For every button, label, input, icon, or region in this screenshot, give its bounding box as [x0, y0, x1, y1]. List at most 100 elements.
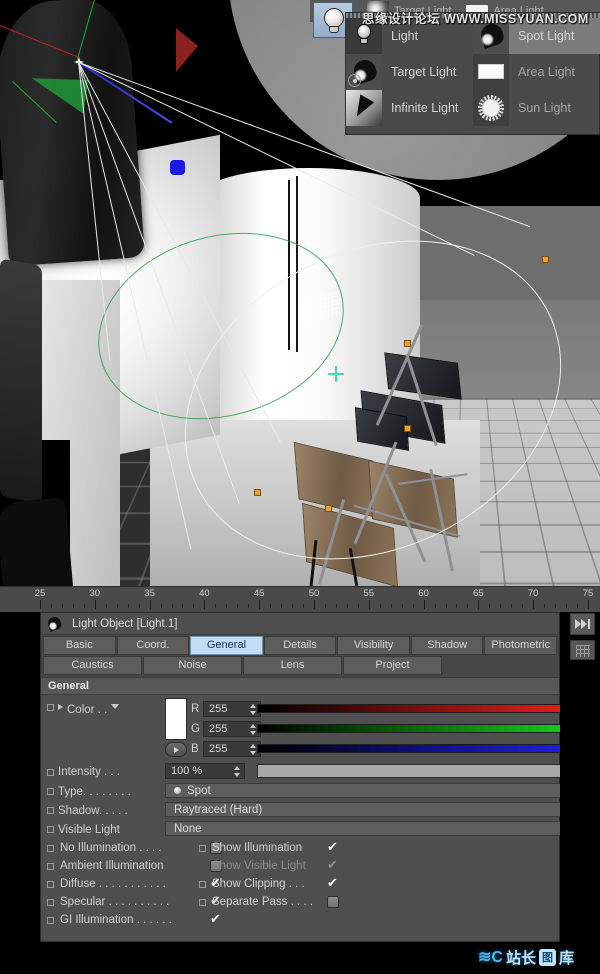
- animate-toggle[interactable]: [47, 881, 54, 888]
- tab-shadow[interactable]: Shadow: [411, 636, 484, 655]
- scene-object-inner: [0, 497, 74, 586]
- watermark-bottom: ≋C 站长 图 库: [478, 944, 596, 970]
- infinite-light-icon: [346, 90, 382, 126]
- b-spinner[interactable]: [250, 743, 257, 756]
- color-swatch[interactable]: [165, 698, 187, 740]
- tab-caustics[interactable]: Caustics: [43, 656, 142, 675]
- timeline-minor-tick: [489, 604, 490, 608]
- checkbox-row-show-illumination[interactable]: Show Illumination: [199, 842, 339, 854]
- tab-general[interactable]: General: [190, 636, 263, 655]
- timeline-minor-tick: [391, 604, 392, 608]
- intensity-slider[interactable]: [257, 764, 597, 778]
- menu-item-area-light[interactable]: Area Light: [473, 54, 600, 90]
- animate-toggle[interactable]: [47, 769, 54, 776]
- checkbox-row-specular[interactable]: Specular . . . . . . . . . .: [47, 896, 222, 908]
- gi-illumination-checkbox[interactable]: [210, 914, 222, 926]
- attribute-manager-title-bar: Light Object [Light.1]: [41, 613, 559, 635]
- r-spinner[interactable]: [250, 703, 257, 716]
- light-type-popup-menu[interactable]: Light Target Light Infinite Light Spot L…: [345, 12, 600, 135]
- expand-arrow-icon[interactable]: [58, 704, 63, 710]
- shadow-dropdown[interactable]: Raytraced (Hard): [165, 802, 597, 817]
- tab-details[interactable]: Details: [264, 636, 337, 655]
- shadow-label: Shadow. . . . .: [58, 805, 128, 817]
- menu-item-infinite-light[interactable]: Infinite Light: [346, 90, 473, 126]
- spot-radius-handle[interactable]: [542, 256, 549, 263]
- spot-radius-handle[interactable]: [404, 425, 411, 432]
- animate-toggle: [199, 863, 206, 870]
- animate-toggle[interactable]: [47, 845, 54, 852]
- g-gradient-slider[interactable]: [257, 724, 597, 733]
- tab-noise[interactable]: Noise: [143, 656, 242, 675]
- tab-visibility[interactable]: Visibility: [337, 636, 410, 655]
- visible-light-dropdown[interactable]: None: [165, 821, 597, 836]
- attribute-tab-row-1[interactable]: Basic Coord. General Details Visibility …: [41, 635, 559, 655]
- color-channel-r[interactable]: R 255: [191, 701, 261, 717]
- animate-toggle[interactable]: [199, 845, 206, 852]
- intensity-spinner[interactable]: [234, 765, 241, 778]
- scene-main-object: [0, 0, 145, 266]
- animate-toggle[interactable]: [47, 826, 54, 833]
- checkbox-row-show-clipping[interactable]: Show Clipping . . .: [199, 878, 339, 890]
- checkbox-row-diffuse[interactable]: Diffuse . . . . . . . . . . .: [47, 878, 222, 890]
- r-value-field[interactable]: 255: [203, 701, 261, 717]
- timeline-major-tick: [204, 600, 205, 609]
- tab-lens[interactable]: Lens: [243, 656, 342, 675]
- timeline-minor-tick: [281, 604, 282, 608]
- separate-pass-checkbox[interactable]: [327, 896, 339, 908]
- timeline-minor-tick: [522, 604, 523, 608]
- color-mode-dropdown-icon[interactable]: [111, 704, 119, 709]
- intensity-value-field[interactable]: 100 %: [165, 763, 245, 779]
- checkbox-row-no-illumination[interactable]: No Illumination . . . .: [47, 842, 222, 854]
- tab-coord[interactable]: Coord.: [117, 636, 190, 655]
- menu-item-label: Target Light: [382, 65, 456, 79]
- g-value-field[interactable]: 255: [203, 721, 261, 737]
- animate-toggle[interactable]: [47, 788, 54, 795]
- spot-radius-handle[interactable]: [404, 340, 411, 347]
- animate-toggle[interactable]: [47, 704, 54, 711]
- type-dropdown[interactable]: Spot: [165, 783, 597, 798]
- animate-toggle[interactable]: [47, 899, 54, 906]
- r-gradient-slider[interactable]: [257, 704, 597, 713]
- go-to-end-button[interactable]: [570, 613, 595, 635]
- tab-photometric[interactable]: Photometric: [484, 636, 557, 655]
- gizmo-red-triangle: [176, 28, 198, 72]
- spot-radius-handle[interactable]: [254, 489, 261, 496]
- target-light-icon: [346, 54, 382, 90]
- timeline-major-tick: [150, 600, 151, 609]
- b-value-field[interactable]: 255: [203, 741, 261, 757]
- tab-project[interactable]: Project: [343, 656, 442, 675]
- light-target-handle[interactable]: [170, 160, 185, 175]
- checkbox-row-gi-illumination[interactable]: GI Illumination . . . . . .: [47, 914, 222, 926]
- animate-toggle[interactable]: [199, 899, 206, 906]
- color-expand-button[interactable]: [165, 742, 187, 757]
- timeline-tick-label: 75: [583, 588, 594, 599]
- attribute-tab-row-2[interactable]: Caustics Noise Lens Project: [41, 655, 559, 677]
- timeline-minor-tick: [456, 604, 457, 608]
- checkbox-row-ambient-illumination[interactable]: Ambient Illumination: [47, 860, 222, 872]
- timeline-major-tick: [95, 600, 96, 609]
- timeline-minor-tick: [413, 604, 414, 608]
- animate-toggle[interactable]: [199, 881, 206, 888]
- timeline-minor-tick: [62, 604, 63, 608]
- show-illumination-checkbox[interactable]: [327, 842, 339, 854]
- attribute-manager-panel[interactable]: Light Object [Light.1] Basic Coord. Gene…: [40, 612, 560, 942]
- timeline-ruler[interactable]: 2530354045505560657075: [0, 586, 600, 612]
- timeline-grid-button[interactable]: [570, 640, 595, 660]
- color-channel-g[interactable]: G 255: [191, 721, 261, 737]
- animate-toggle[interactable]: [47, 807, 54, 814]
- menu-item-sun-light[interactable]: Sun Light: [473, 90, 600, 126]
- animate-toggle[interactable]: [47, 917, 54, 924]
- timeline-minor-tick: [500, 604, 501, 608]
- spot-radius-handle[interactable]: [325, 505, 332, 512]
- r-value: 255: [209, 703, 227, 715]
- menu-item-target-light[interactable]: Target Light: [346, 54, 473, 90]
- b-gradient-slider[interactable]: [257, 744, 597, 753]
- animate-toggle[interactable]: [47, 863, 54, 870]
- timeline-major-tick: [259, 600, 260, 609]
- color-channel-b[interactable]: B 255: [191, 741, 261, 757]
- tab-basic[interactable]: Basic: [43, 636, 116, 655]
- g-spinner[interactable]: [250, 723, 257, 736]
- checkbox-row-separate-pass[interactable]: Separate Pass . . . .: [199, 896, 339, 908]
- checkbox-label: Show Clipping . . .: [212, 878, 327, 890]
- show-clipping-checkbox[interactable]: [327, 878, 339, 890]
